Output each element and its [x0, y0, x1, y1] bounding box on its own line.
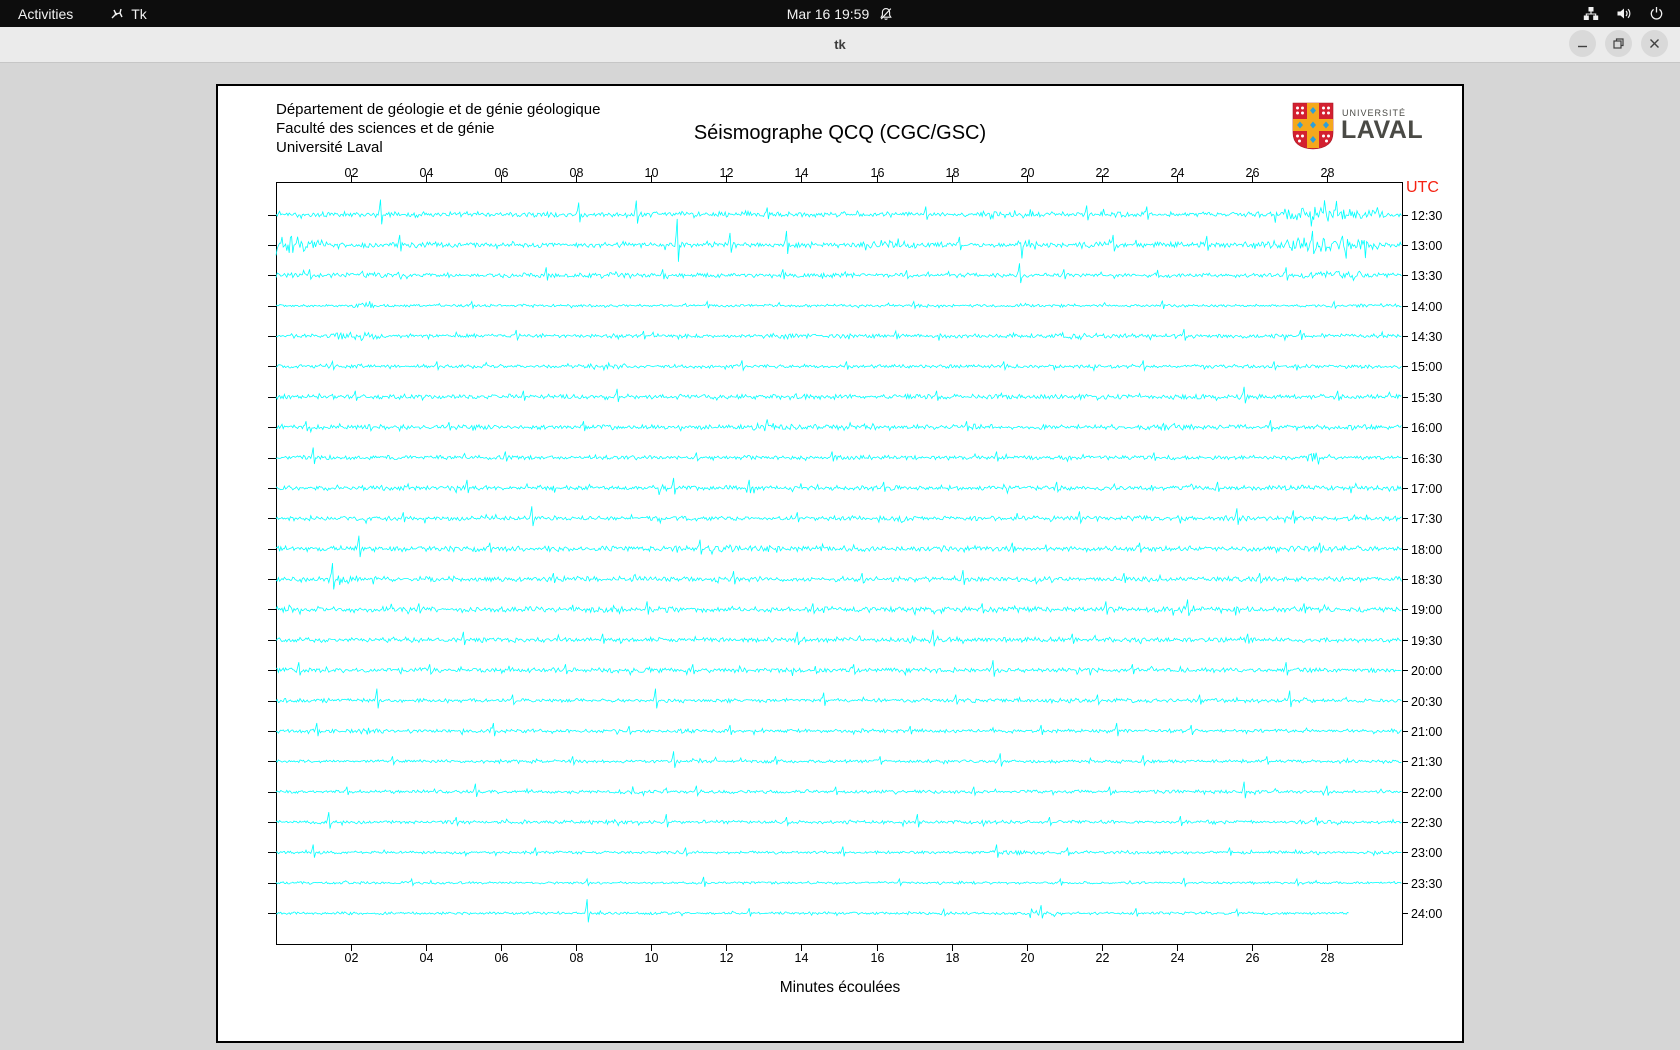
trace-waveform [276, 448, 1401, 465]
x-axis-tick-label: 28 [1321, 951, 1335, 965]
trace-waveform [276, 360, 1401, 370]
trace-waveform [276, 387, 1401, 404]
x-axis-tick-label: 10 [645, 166, 659, 180]
x-axis-tick-label: 28 [1321, 166, 1335, 180]
close-button[interactable] [1641, 30, 1668, 57]
x-axis-tick-label: 08 [570, 951, 584, 965]
x-axis-tick-label: 16 [871, 951, 885, 965]
x-axis-tick-label: 12 [720, 166, 734, 180]
x-axis-tick-label: 02 [345, 166, 359, 180]
utc-time-label: 18:30 [1411, 573, 1442, 587]
trace-waveform [276, 478, 1401, 495]
activities-button[interactable]: Activities [18, 6, 73, 22]
utc-time-label: 13:30 [1411, 269, 1442, 283]
volume-icon[interactable] [1616, 6, 1632, 21]
plot-frame [277, 183, 1403, 945]
seismogram-plot: 02 02 04 04 06 06 08 08 10 10 12 12 14 14 16 16 18 18 20 20… [218, 86, 1462, 1041]
utc-time-label: 21:30 [1411, 755, 1442, 769]
trace-waveform [276, 899, 1349, 922]
trace-waveform [276, 630, 1401, 647]
utc-time-label: 22:00 [1411, 786, 1442, 800]
trace-waveform [276, 877, 1401, 887]
trace-waveform [276, 812, 1401, 829]
utc-time-label: 13:00 [1411, 239, 1442, 253]
trace-waveform [276, 301, 1401, 309]
trace-waveform [276, 751, 1401, 768]
network-icon[interactable] [1583, 6, 1599, 21]
x-axis-tick-label: 12 [720, 951, 734, 965]
utc-time-label: 16:00 [1411, 421, 1442, 435]
utc-time-label: 17:00 [1411, 482, 1442, 496]
trace-waveform [276, 506, 1401, 526]
x-axis-tick-label: 16 [871, 166, 885, 180]
x-axis-title: Minutes écoulées [218, 979, 1462, 997]
x-axis-tick-label: 02 [345, 951, 359, 965]
seismograph-canvas: Département de géologie et de génie géol… [216, 84, 1464, 1043]
trace-waveform [276, 263, 1401, 283]
x-axis-tick-label: 24 [1171, 951, 1185, 965]
maximize-button[interactable] [1605, 30, 1632, 57]
utc-time-label: 19:00 [1411, 603, 1442, 617]
x-axis-tick-label: 14 [795, 166, 809, 180]
trace-waveform [276, 660, 1401, 677]
trace-waveform [276, 200, 1401, 227]
trace-waveform [276, 782, 1401, 799]
x-axis-tick-label: 14 [795, 951, 809, 965]
utc-time-label: 14:30 [1411, 330, 1442, 344]
utc-time-label: 15:00 [1411, 360, 1442, 374]
trace-waveform [276, 329, 1401, 341]
trace-waveform [276, 563, 1401, 589]
utc-time-label: 23:00 [1411, 846, 1442, 860]
x-axis-tick-label: 08 [570, 166, 584, 180]
x-axis-tick-label: 20 [1021, 166, 1035, 180]
x-axis-tick-label: 26 [1246, 166, 1260, 180]
top-bar: Activities Tk Mar 16 19:59 [0, 0, 1680, 27]
app-menu[interactable]: Tk [109, 6, 147, 22]
utc-axis-label: UTC [1406, 179, 1439, 196]
x-axis-tick-label: 04 [420, 166, 434, 180]
x-axis-tick-label: 10 [645, 951, 659, 965]
power-icon[interactable] [1649, 6, 1664, 21]
utc-time-label: 21:00 [1411, 725, 1442, 739]
x-axis-tick-label: 18 [946, 951, 960, 965]
notifications-muted-icon [879, 7, 893, 21]
utc-time-label: 15:30 [1411, 391, 1442, 405]
desktop: { "topbar": { "activities": "Activities"… [0, 0, 1680, 1050]
utc-time-label: 17:30 [1411, 512, 1442, 526]
trace-waveform [276, 599, 1401, 616]
trace-waveform [276, 689, 1401, 709]
utc-time-label: 14:00 [1411, 300, 1442, 314]
window-title: tk [0, 27, 1680, 62]
utc-time-label: 12:30 [1411, 209, 1442, 223]
x-axis-tick-label: 24 [1171, 166, 1185, 180]
minimize-button[interactable] [1569, 30, 1596, 57]
x-axis-tick-label: 04 [420, 951, 434, 965]
app-menu-label: Tk [131, 6, 147, 22]
x-axis-tick-label: 20 [1021, 951, 1035, 965]
trace-waveform [276, 845, 1401, 858]
trace-waveform [276, 419, 1401, 432]
x-axis-tick-label: 06 [495, 951, 509, 965]
utc-time-label: 19:30 [1411, 634, 1442, 648]
clock[interactable]: Mar 16 19:59 [787, 6, 870, 22]
utc-time-label: 20:30 [1411, 695, 1442, 709]
trace-waveform [276, 536, 1401, 557]
utc-time-label: 23:30 [1411, 877, 1442, 891]
tk-app-icon [109, 6, 124, 21]
x-axis-tick-label: 22 [1096, 166, 1110, 180]
utc-time-label: 24:00 [1411, 907, 1442, 921]
x-axis-tick-label: 26 [1246, 951, 1260, 965]
utc-time-label: 16:30 [1411, 452, 1442, 466]
trace-waveform [276, 723, 1401, 736]
utc-time-label: 20:00 [1411, 664, 1442, 678]
window-titlebar[interactable]: tk [0, 27, 1680, 63]
utc-time-label: 22:30 [1411, 816, 1442, 830]
trace-waveform [276, 219, 1401, 262]
x-axis-tick-label: 06 [495, 166, 509, 180]
x-axis-tick-label: 22 [1096, 951, 1110, 965]
utc-time-label: 18:00 [1411, 543, 1442, 557]
x-axis-tick-label: 18 [946, 166, 960, 180]
